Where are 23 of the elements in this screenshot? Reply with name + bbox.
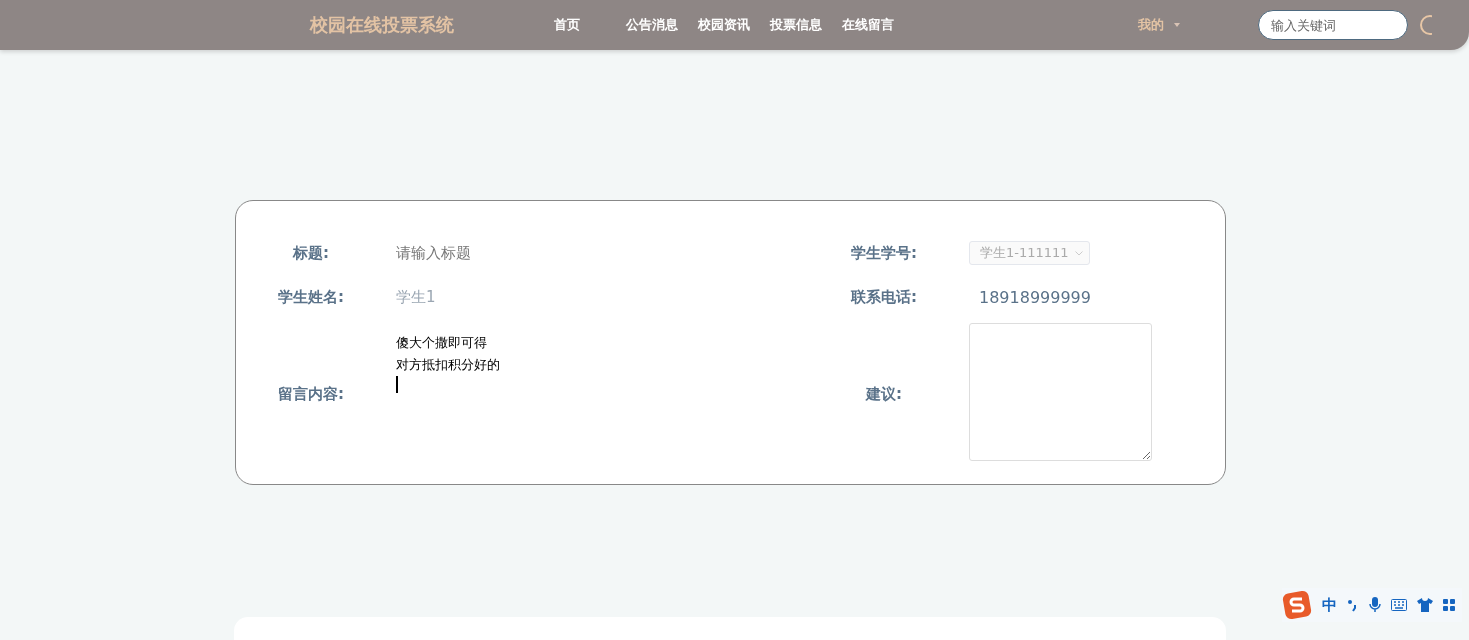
nav-link[interactable]: 校园资讯 (694, 12, 754, 38)
field-label: 学生姓名: (277, 287, 345, 307)
keyboard-icon[interactable] (1391, 599, 1407, 611)
punctuation-icon[interactable] (1347, 598, 1359, 612)
nav-link[interactable]: 首页 (550, 12, 584, 38)
ime-mode-toggle[interactable]: 中 (1322, 595, 1337, 615)
caret-icon (1174, 23, 1180, 27)
shirt-icon[interactable] (1417, 598, 1433, 612)
field-label: 学生学号: (850, 243, 918, 263)
nav-link[interactable]: 在线留言 (838, 12, 898, 38)
site-title: 校园在线投票系统 (310, 13, 455, 37)
field-label: 联系电话: (850, 287, 918, 307)
message-textarea[interactable]: 傻大个撒即可得 对方抵扣积分好的 (396, 332, 568, 456)
field-label: 留言内容: (277, 384, 345, 404)
chevron-down-icon (1074, 250, 1083, 256)
field-label: 建议: (864, 384, 903, 404)
field-label: 标题: (291, 243, 330, 263)
microphone-icon[interactable] (1369, 597, 1381, 613)
nav-link[interactable]: 投票信息 (766, 12, 826, 38)
grid-icon[interactable] (1443, 598, 1456, 612)
user-menu[interactable]: 我的 (1138, 16, 1180, 34)
search-field[interactable]: 输入关键词 (1258, 10, 1408, 40)
nav-link[interactable]: 公告消息 (622, 12, 682, 38)
